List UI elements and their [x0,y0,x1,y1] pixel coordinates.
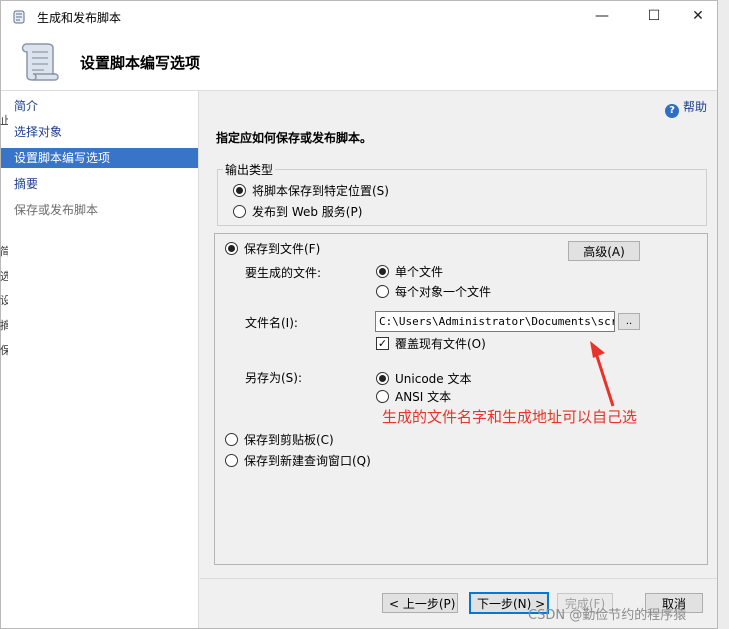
background-window-text: 选 [0,270,8,283]
files-to-generate-label: 要生成的文件: [245,266,322,280]
radio-label: ANSI 文本 [395,390,452,404]
output-type-label: 输出类型 [223,161,276,178]
radio-label: 每个对象一个文件 [395,285,492,299]
window-title: 生成和发布脚本 [37,11,122,25]
radio-label: 将脚本保存到特定位置(S) [252,184,389,198]
instruction-text: 指定应如何保存或发布脚本。 [216,131,373,145]
page-title: 设置脚本编写选项 [80,54,201,72]
save-to-clipboard-radio[interactable]: 保存到剪贴板(C) [225,431,334,448]
file-per-object-radio[interactable]: 每个对象一个文件 [376,283,491,300]
nav-item-save-or-publish: 保存或发布脚本 [14,203,99,217]
radio-indicator [225,242,238,255]
unicode-text-radio[interactable]: Unicode 文本 [376,370,471,387]
background-window-text: 简 [0,245,8,258]
single-file-radio[interactable]: 单个文件 [376,263,443,280]
title-bar: 生成和发布脚本 — ☐ ✕ [1,1,717,32]
radio-indicator [225,433,238,446]
radio-indicator [225,454,238,467]
background-window-text: 保 [0,344,8,357]
radio-label: 发布到 Web 服务(P) [252,205,363,219]
radio-label: 保存到新建查询窗口(Q) [244,454,371,468]
maximize-button[interactable]: ☐ [631,1,677,32]
help-label: 帮助 [683,100,708,114]
footer-divider [200,578,717,579]
nav-item-summary[interactable]: 摘要 [1,174,198,194]
radio-indicator [376,265,389,278]
save-as-label: 另存为(S): [245,371,303,385]
script-scroll-icon [21,43,59,81]
annotation-arrow-icon [590,341,615,407]
annotation-text: 生成的文件名字和生成地址可以自己选 [382,408,638,426]
radio-indicator [376,372,389,385]
radio-indicator [233,205,246,218]
radio-label: 单个文件 [395,265,444,279]
minimize-button[interactable]: — [579,1,625,32]
nav-item-choose-objects[interactable]: 选择对象 [1,122,198,142]
advanced-button[interactable]: 高级(A) [568,241,640,261]
radio-indicator [233,184,246,197]
browse-button[interactable]: .. [618,313,640,330]
radio-indicator [376,390,389,403]
check-icon: ✓ [376,337,389,350]
radio-indicator [376,285,389,298]
overwrite-checkbox[interactable]: ✓ 覆盖现有文件(O) [376,335,486,352]
question-icon: ? [665,104,679,118]
ansi-text-radio[interactable]: ANSI 文本 [376,388,451,405]
wizard-header: 设置脚本编写选项 [1,32,717,91]
file-name-input[interactable]: C:\Users\Administrator\Documents\script [375,311,615,332]
nav-item-scripting-options[interactable]: 设置脚本编写选项 [1,148,198,168]
csdn-watermark: CSDN @勤俭节约的程序猿 [528,608,687,623]
save-to-location-radio[interactable]: 将脚本保存到特定位置(S) [233,182,389,199]
help-link[interactable]: ? 帮助 [665,98,707,118]
nav-item-intro[interactable]: 简介 [1,96,198,116]
wizard-step-nav: 简介 选择对象 设置脚本编写选项 摘要 保存或发布脚本 [1,91,199,628]
back-button[interactable]: < 上一步(P) [382,593,458,613]
close-button[interactable]: ✕ [675,1,717,32]
script-wizard-window: 生成和发布脚本 — ☐ ✕ 设置脚本编写选项 简介 选择对象 设置脚本编写选项 … [0,0,718,629]
background-window-text: 止 [0,114,8,127]
file-name-label: 文件名(I): [245,316,298,330]
radio-label: 保存到剪贴板(C) [244,433,334,447]
radio-label: 保存到文件(F) [244,242,321,256]
publish-web-service-radio[interactable]: 发布到 Web 服务(P) [233,203,362,220]
checkbox-label: 覆盖现有文件(O) [395,337,486,351]
background-window-text: 摘 [0,319,8,332]
save-to-query-window-radio[interactable]: 保存到新建查询窗口(Q) [225,452,371,469]
radio-label: Unicode 文本 [395,372,472,386]
scroll-icon [13,10,25,24]
background-window-text: 设 [0,294,8,307]
save-to-file-radio[interactable]: 保存到文件(F) [225,240,320,257]
